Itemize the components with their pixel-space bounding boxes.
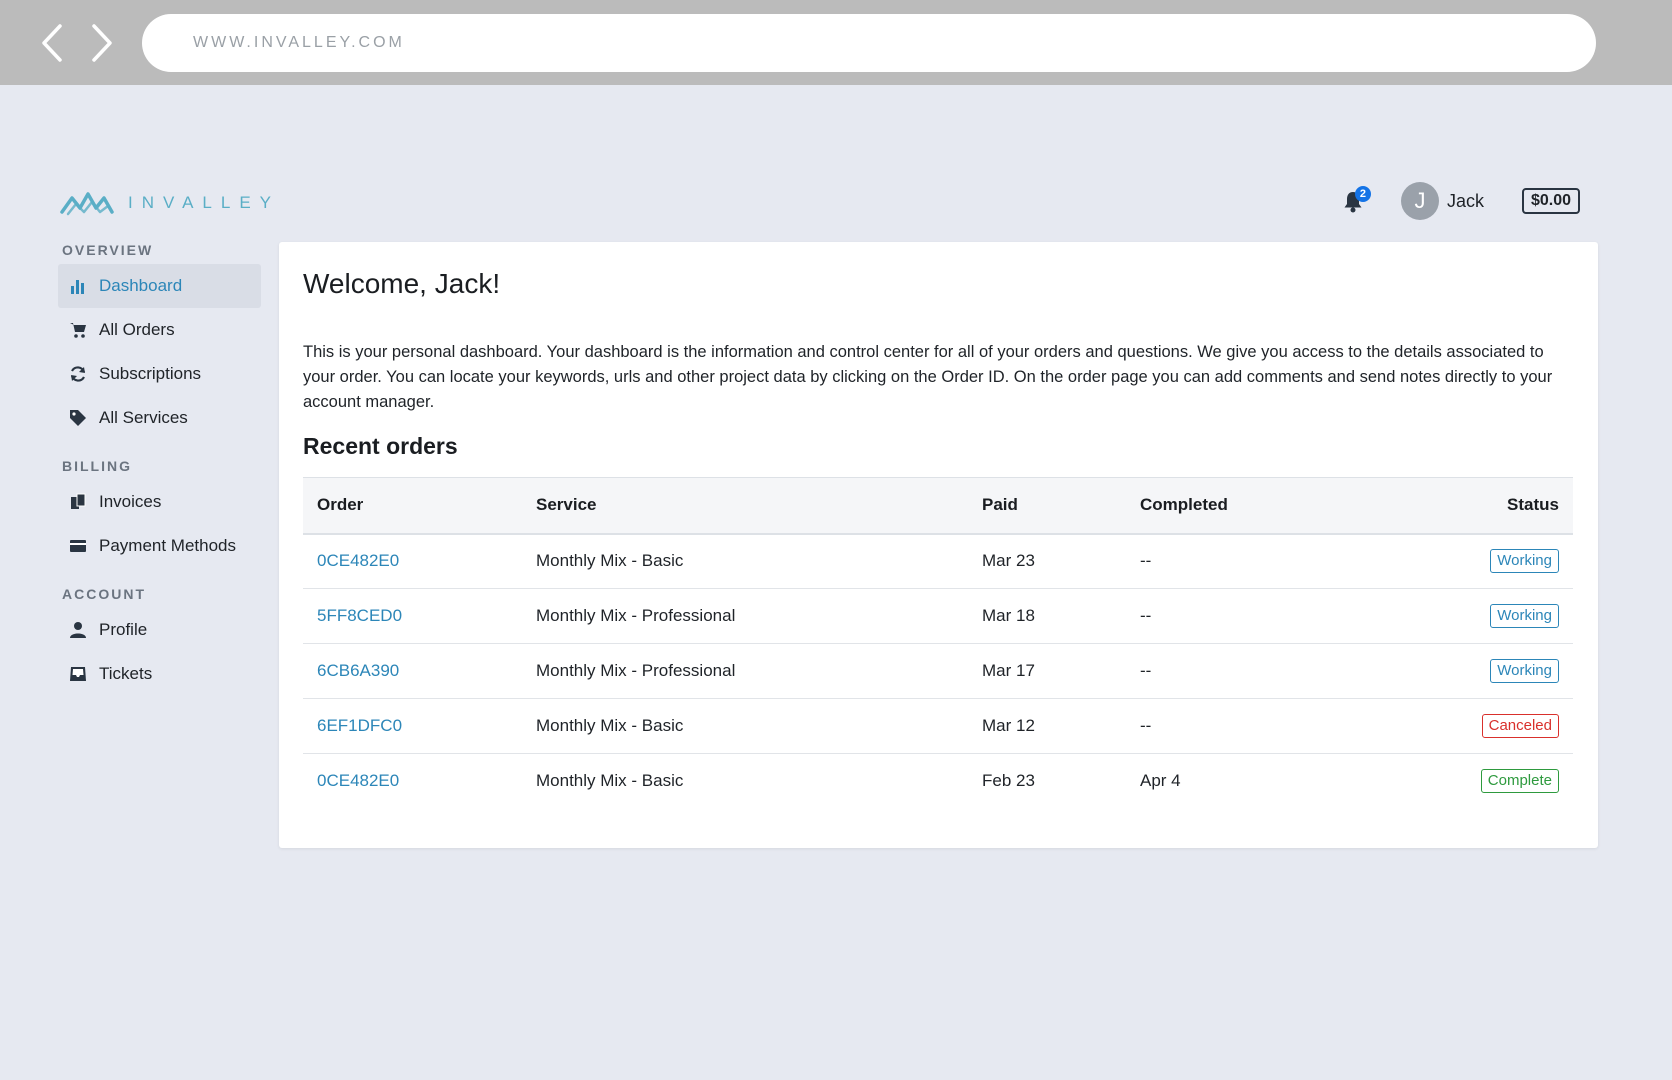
order-id-link[interactable]: 6CB6A390 [317, 661, 399, 680]
completed-cell: -- [1126, 643, 1366, 699]
column-header-status[interactable]: Status [1366, 477, 1573, 535]
brand-name: INVALLEY [128, 193, 281, 212]
table-row: 0CE482E0 Monthly Mix - Basic Mar 23 -- W… [303, 533, 1573, 589]
sidebar-item-label: Payment Methods [99, 536, 237, 555]
avatar: J [1400, 182, 1439, 220]
order-id-link[interactable]: 6EF1DFC0 [317, 716, 402, 735]
status-badge: Working [1490, 604, 1559, 628]
sidebar-item-tickets[interactable]: Tickets [58, 652, 261, 696]
page-title: Welcome, Jack! [303, 268, 501, 299]
documents-icon [69, 493, 87, 511]
browser-chrome: WWW.INVALLEY.COM [0, 0, 1672, 85]
tag-icon [69, 409, 87, 427]
sidebar: OVERVIEW Dashboard All Orders Subscripti… [58, 242, 261, 696]
user-menu[interactable]: J Jack [1400, 182, 1484, 220]
status-badge: Working [1490, 659, 1559, 683]
column-header-paid[interactable]: Paid [968, 477, 1126, 535]
table-row: 6EF1DFC0 Monthly Mix - Basic Mar 12 -- C… [303, 698, 1573, 754]
user-name: Jack [1446, 190, 1484, 211]
sidebar-item-label: Dashboard [99, 276, 183, 295]
sidebar-item-label: Profile [99, 620, 148, 639]
sidebar-item-dashboard[interactable]: Dashboard [58, 264, 261, 308]
order-id-link[interactable]: 0CE482E0 [317, 551, 399, 570]
column-header-order[interactable]: Order [303, 477, 522, 535]
notification-badge: 2 [1354, 186, 1371, 202]
table-row: 6CB6A390 Monthly Mix - Professional Mar … [303, 643, 1573, 699]
cart-icon [69, 321, 87, 339]
sidebar-item-label: Subscriptions [99, 364, 202, 383]
balance-badge[interactable]: $0.00 [1521, 188, 1580, 214]
service-cell: Monthly Mix - Professional [522, 643, 968, 699]
section-label-account: ACCOUNT [62, 586, 146, 602]
dashboard-card: Welcome, Jack! This is your personal das… [279, 242, 1598, 848]
service-cell: Monthly Mix - Basic [536, 771, 684, 791]
table-row: 5FF8CED0 Monthly Mix - Professional Mar … [303, 588, 1573, 644]
back-arrow-icon[interactable] [34, 20, 70, 66]
mountains-logo-icon [60, 192, 114, 216]
table-row: 0CE482E0 Monthly Mix - Basic Feb 23 Apr … [303, 754, 1573, 809]
sidebar-item-label: All Orders [99, 320, 175, 339]
user-icon [69, 621, 87, 639]
topbar-actions: 2 J Jack $0.00 [1343, 182, 1580, 220]
inbox-icon [69, 665, 87, 683]
address-bar[interactable]: WWW.INVALLEY.COM [142, 14, 1596, 72]
credit-card-icon [69, 537, 87, 555]
refresh-icon [69, 365, 87, 383]
orders-table: Order Service Paid Completed Status 0CE4… [303, 477, 1573, 809]
column-header-service[interactable]: Service [522, 477, 968, 535]
order-id-link[interactable]: 0CE482E0 [317, 771, 399, 790]
brand-logo[interactable]: INVALLEY [60, 188, 280, 218]
status-badge: Complete [1480, 769, 1559, 794]
intro-text: This is your personal dashboard. Your da… [303, 343, 1553, 411]
recent-orders-title: Recent orders [303, 433, 458, 459]
sidebar-item-all-orders[interactable]: All Orders [58, 308, 261, 352]
paid-cell: Mar 17 [968, 643, 1126, 699]
order-id-link[interactable]: 5FF8CED0 [317, 606, 402, 625]
section-label-overview: OVERVIEW [62, 242, 154, 258]
section-label-billing: BILLING [62, 458, 132, 474]
paid-cell: Mar 23 [968, 533, 1126, 589]
completed-cell: -- [1126, 698, 1366, 754]
completed-cell: -- [1126, 588, 1366, 644]
paid-cell: Mar 18 [968, 588, 1126, 644]
status-badge: Canceled [1481, 714, 1559, 738]
completed-cell: -- [1126, 533, 1366, 589]
forward-arrow-icon[interactable] [84, 20, 120, 66]
paid-cell: Mar 12 [968, 698, 1126, 754]
paid-cell: Feb 23 [982, 771, 1035, 791]
completed-cell: Apr 4 [1140, 771, 1181, 791]
service-cell: Monthly Mix - Professional [522, 588, 968, 644]
notifications-button[interactable]: 2 [1343, 186, 1371, 214]
sidebar-item-profile[interactable]: Profile [58, 608, 261, 652]
sidebar-item-label: All Services [99, 408, 188, 427]
service-cell: Monthly Mix - Basic [522, 698, 968, 754]
sidebar-item-all-services[interactable]: All Services [58, 396, 261, 440]
browser-nav [34, 20, 120, 66]
url-text: WWW.INVALLEY.COM [193, 34, 405, 51]
service-cell: Monthly Mix - Basic [522, 533, 968, 589]
sidebar-item-invoices[interactable]: Invoices [58, 480, 261, 524]
sidebar-item-payment-methods[interactable]: Payment Methods [58, 524, 261, 568]
status-badge: Working [1490, 549, 1559, 574]
sidebar-item-label: Tickets [99, 664, 153, 683]
bar-chart-icon [69, 277, 87, 295]
column-header-completed[interactable]: Completed [1126, 477, 1366, 535]
table-header-row: Order Service Paid Completed Status [303, 477, 1573, 535]
sidebar-item-subscriptions[interactable]: Subscriptions [58, 352, 261, 396]
sidebar-item-label: Invoices [99, 492, 162, 511]
